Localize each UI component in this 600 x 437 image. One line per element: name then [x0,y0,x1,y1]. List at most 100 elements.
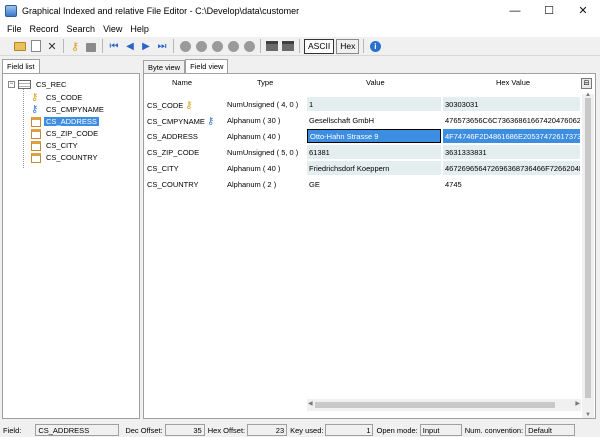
minimize-button[interactable]: — [498,0,532,21]
menu-view[interactable]: View [99,24,126,34]
open-file-button[interactable] [13,39,27,53]
field-hex-input[interactable]: 30303031 [443,97,580,111]
field-type: NumUnsigned ( 5, 0 ) [227,148,299,157]
toolbar-separator [363,39,365,53]
status-hex-label: Hex Offset: [207,425,246,435]
previous-record-button[interactable]: ◀ [123,39,137,53]
ascii-toggle[interactable]: ASCII [304,38,335,54]
tab-field-list[interactable]: Field list [2,59,40,73]
circle-icon [179,40,191,52]
toolbar-separator [102,39,103,53]
tab-field-view[interactable]: Field view [185,59,229,73]
key-yellow-icon: ⚷ [185,100,193,111]
field-value-input[interactable]: Otto-Hahn Strasse 9 [307,129,441,143]
first-record-button[interactable]: ⏮ [107,39,121,53]
delete-button[interactable]: ✕ [45,39,59,53]
scroll-right-icon[interactable]: ▶ [575,400,580,407]
field-icon [31,128,41,139]
field-hex-input[interactable]: 3631333831 [443,145,580,159]
field-row-cs-city[interactable]: CS_CITY Alphanum ( 40 ) Friedrichsdorf K… [144,160,595,176]
title-bar: Graphical Indexed and relative File Edit… [0,0,600,21]
field-row-cs-code[interactable]: CS_CODE ⚷ NumUnsigned ( 4, 0 ) 1 30303031 [144,96,595,112]
field-icon [31,140,41,151]
menu-record[interactable]: Record [26,24,63,34]
action-button-2[interactable] [194,39,208,53]
building-button-2[interactable] [281,39,295,53]
field-row-cs-address[interactable]: CS_ADDRESS Alphanum ( 40 ) Otto-Hahn Str… [144,128,595,144]
new-record-button[interactable] [29,39,43,53]
toolbar-separator [63,39,64,53]
field-hex-input[interactable]: 4745 [443,177,580,191]
app-window: Graphical Indexed and relative File Edit… [0,0,600,437]
toolbar-separator [299,39,300,53]
next-record-button[interactable]: ▶ [139,39,153,53]
tree-item-cs-cmpyname[interactable]: ⚷ CS_CMPYNAME [31,104,106,115]
status-dec-value: 35 [164,424,205,436]
field-value-input[interactable]: Gesellschaft GmbH [307,113,441,127]
menu-search[interactable]: Search [63,24,100,34]
close-button[interactable]: ✕ [566,0,600,21]
menu-help[interactable]: Help [126,24,153,34]
building-icon [282,41,294,51]
circle-icon [195,40,207,52]
lock-button[interactable] [84,39,98,53]
tree-item-cs-address[interactable]: CS_ADDRESS [31,116,99,127]
menu-file[interactable]: File [3,24,26,34]
field-value-input[interactable]: 61381 [307,145,441,159]
grid-options-button[interactable]: ⊟ [581,78,592,89]
last-record-button[interactable]: ⏭ [155,39,169,53]
vertical-scrollbar[interactable]: ▲ ▼ [582,92,594,418]
action-button-5[interactable] [242,39,256,53]
field-row-cs-cmpyname[interactable]: CS_CMPYNAME ⚷ Alphanum ( 30 ) Gesellschaf… [144,112,595,128]
field-name: CS_ZIP_CODE [147,148,200,157]
tree-item-cs-code[interactable]: ⚷ CS_CODE [31,92,84,103]
field-view-panel: Byte view Field view Name Type Value Hex… [143,59,596,419]
info-button[interactable]: i [368,39,382,53]
tree-item-cs-city[interactable]: CS_CITY [31,140,80,151]
horizontal-scroll-thumb[interactable] [315,402,555,408]
tree-root[interactable]: − CS_REC [8,79,68,90]
maximize-button[interactable]: ☐ [532,0,566,21]
action-button-1[interactable] [178,39,192,53]
field-hex-input[interactable]: 467269656472696368736466F7266204B6 [443,161,580,175]
action-button-4[interactable] [226,39,240,53]
status-open-value: Input [419,424,462,436]
status-num-value: Default [525,424,576,436]
key-yellow-icon: ⚷ [31,92,39,103]
field-hex-input[interactable]: 476573656C6C736368616674204760624 [443,113,580,127]
field-type: Alphanum ( 2 ) [227,180,277,189]
toolbar-separator [173,39,174,53]
hex-toggle[interactable]: Hex [336,38,360,54]
collapse-icon[interactable]: − [8,81,15,88]
field-list-panel: Field list − CS_REC ⚷ CS_CODE ⚷ CS_CMPYN… [2,59,140,419]
field-row-cs-zip-code[interactable]: CS_ZIP_CODE NumUnsigned ( 5, 0 ) 61381 3… [144,144,595,160]
left-tab-strip: Field list [2,59,140,73]
new-document-icon [31,40,41,52]
toolbar: ✕ ⚷ ⏮ ◀ ▶ ⏭ ASCII Hex i [0,37,600,56]
field-hex-input[interactable]: 4F74746F2D4861686E205374726173736 [443,129,580,143]
tree-item-label: CS_COUNTRY [46,153,98,162]
vertical-scroll-thumb[interactable] [585,98,591,398]
tree-item-cs-zip-code[interactable]: CS_ZIP_CODE [31,128,100,139]
next-icon: ▶ [142,40,150,52]
scroll-left-icon[interactable]: ◀ [308,400,313,407]
building-button-1[interactable] [265,39,279,53]
field-type: Alphanum ( 40 ) [227,132,281,141]
status-key-label: Key used: [290,425,324,435]
action-button-3[interactable] [210,39,224,53]
status-field-value: CS_ADDRESS [35,424,120,436]
key-blue-icon: ⚷ [31,104,39,115]
tree-item-label: CS_ADDRESS [44,117,99,126]
key-button[interactable]: ⚷ [68,39,82,53]
horizontal-scrollbar[interactable]: ◀ ▶ [307,399,581,411]
scroll-down-icon[interactable]: ▼ [585,412,591,418]
delete-icon: ✕ [47,40,57,53]
tree-item-cs-country[interactable]: CS_COUNTRY [31,152,100,163]
field-value-input[interactable]: Friedrichsdorf Koeppern [307,161,441,175]
tab-byte-view[interactable]: Byte view [143,60,186,73]
field-value-input[interactable]: 1 [307,97,441,111]
field-row-cs-country[interactable]: CS_COUNTRY Alphanum ( 2 ) GE 4745 [144,176,595,192]
field-value-input[interactable]: GE [307,177,441,191]
status-num-label: Num. convention: [464,425,524,435]
status-dec-label: Dec Offset: [125,425,163,435]
